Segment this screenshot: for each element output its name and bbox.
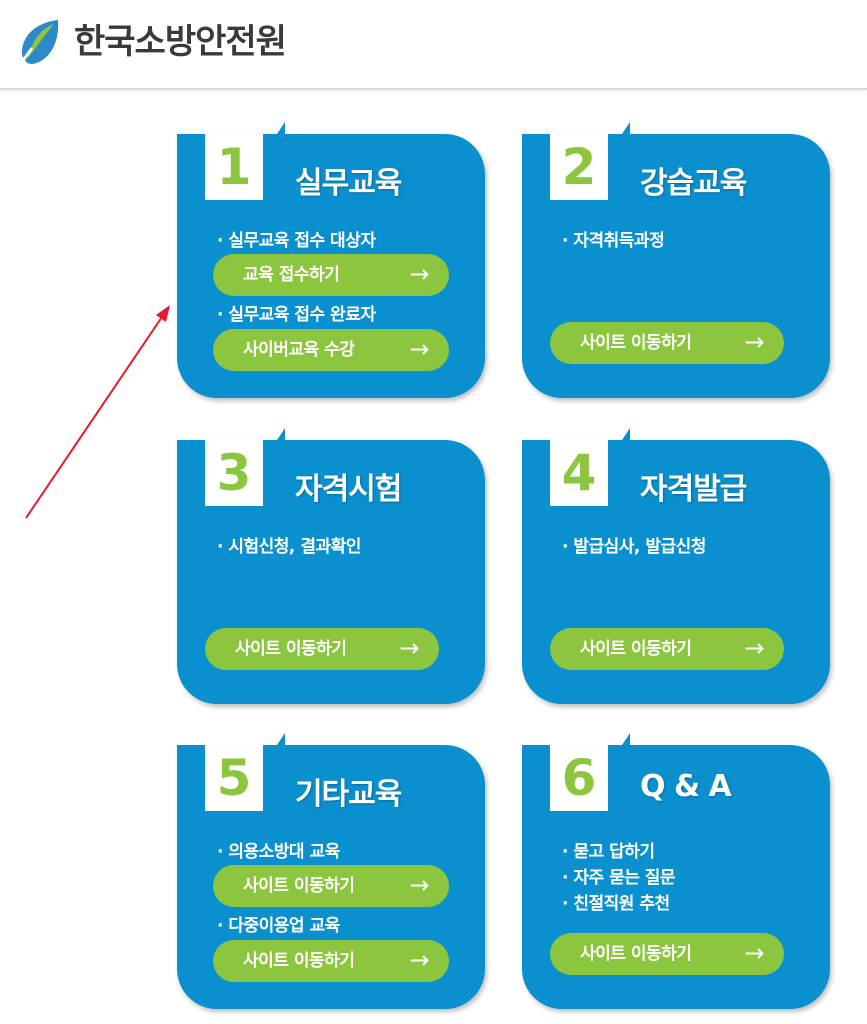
button-label: 사이트 이동하기 [243,951,355,971]
go-to-site-button[interactable]: 사이트 이동하기 → [550,322,784,364]
go-to-site-button[interactable]: 사이트 이동하기 → [213,865,449,907]
arrow-right-icon: → [409,335,429,363]
card-title: 기타교육 [295,777,402,812]
go-to-site-button[interactable]: 사이트 이동하기 → [205,628,439,670]
arrow-right-icon: → [744,634,764,662]
button-label: 사이트 이동하기 [235,639,347,659]
card-item: · 실무교육 접수 대상자 [217,231,376,251]
card-qna: 6 Q & A · 묻고 답하기 · 자주 묻는 질문 · 친절직원 추천 사이… [522,733,830,1009]
arrow-right-icon: → [744,939,764,967]
button-label: 사이버교육 수강 [243,340,355,360]
card-number: 5 [216,749,252,807]
card-item: · 의용소방대 교육 [217,842,340,862]
button-label: 사이트 이동하기 [580,944,692,964]
arrow-right-icon: → [744,328,764,356]
arrow-right-icon: → [409,260,429,288]
card-item: · 자격취득과정 [562,231,665,251]
card-title: Q & A [640,769,732,804]
card-number: 3 [216,444,252,502]
arrow-right-icon: → [409,946,429,974]
card-item: · 다중이용업 교육 [217,916,340,936]
card-number: 2 [561,138,597,196]
button-label: 사이트 이동하기 [580,333,692,353]
button-label: 교육 접수하기 [243,265,340,285]
card-number: 4 [561,444,597,502]
card-title: 실무교육 [295,166,402,201]
logo-text[interactable]: 한국소방안전원 [74,18,287,66]
card-title: 자격발급 [640,472,747,507]
card-item: · 실무교육 접수 완료자 [217,305,376,325]
card-item: · 발급심사, 발급신청 [562,537,706,557]
card-item: · 시험신청, 결과확인 [217,537,361,557]
register-education-button[interactable]: 교육 접수하기 → [213,254,449,296]
card-number: 6 [561,749,597,807]
go-to-site-button[interactable]: 사이트 이동하기 → [550,628,784,670]
card-item: · 묻고 답하기 [562,842,655,862]
go-to-site-button[interactable]: 사이트 이동하기 → [550,933,784,975]
card-number: 1 [216,138,252,196]
card-other-education: 5 기타교육 · 의용소방대 교육 사이트 이동하기 → · 다중이용업 교육 … [177,733,485,1009]
button-label: 사이트 이동하기 [243,876,355,896]
card-qualification-exam: 3 자격시험 · 시험신청, 결과확인 사이트 이동하기 → [177,428,485,704]
card-item: · 자주 묻는 질문 [562,868,676,888]
card-training-education: 2 강습교육 · 자격취득과정 사이트 이동하기 → [522,122,830,398]
card-item: · 친절직원 추천 [562,894,670,914]
cyber-education-button[interactable]: 사이버교육 수강 → [213,329,449,371]
logo-leaf-icon[interactable] [18,18,64,66]
site-header: 한국소방안전원 [0,0,867,90]
arrow-right-icon: → [399,634,419,662]
button-label: 사이트 이동하기 [580,639,692,659]
card-title: 강습교육 [640,166,747,201]
arrow-right-icon: → [409,871,429,899]
go-to-site-button[interactable]: 사이트 이동하기 → [213,940,449,982]
card-practical-education: 1 실무교육 · 실무교육 접수 대상자 교육 접수하기 → · 실무교육 접수… [177,122,485,398]
card-title: 자격시험 [295,472,402,507]
card-certificate-issuance: 4 자격발급 · 발급심사, 발급신청 사이트 이동하기 → [522,428,830,704]
